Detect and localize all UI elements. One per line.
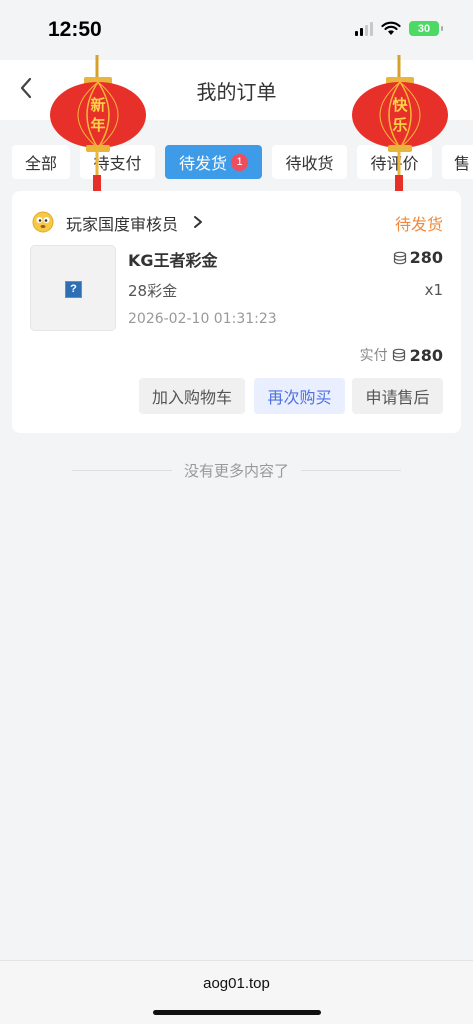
status-icons: 30 [355, 21, 443, 36]
product-name[interactable]: KG王者彩金 [128, 247, 218, 271]
order-card[interactable]: 玩家国度审核员 待发货 ? KG王者彩金 28彩金 2026-02-10 01:… [12, 191, 461, 433]
buy-again-button[interactable]: 再次购买 [254, 378, 345, 414]
tab-badge: 1 [231, 153, 248, 171]
lantern-decoration-left: 新 年 [48, 55, 148, 205]
divider [301, 469, 401, 471]
signal-icon [355, 21, 373, 36]
price-value: 280 [409, 248, 443, 267]
chevron-right-icon[interactable] [193, 215, 203, 229]
paid-value: 280 [409, 345, 443, 365]
list-end-indicator: 没有更多内容了 [0, 459, 473, 481]
paid-label: 实付 [359, 348, 388, 364]
lantern-decoration-right: 快 乐 [350, 55, 450, 205]
after-sale-button[interactable]: 申请售后 [352, 378, 443, 414]
product-spec: 28彩金 [128, 282, 178, 300]
home-indicator[interactable] [153, 1010, 321, 1015]
product-price: 280 [393, 248, 443, 267]
browser-bottom-bar: aog01.top [0, 960, 473, 1024]
broken-image-icon: ? [65, 281, 82, 298]
tab-pending-shipment[interactable]: 待发货 1 [165, 145, 262, 179]
tab-label: 待收货 [285, 154, 334, 173]
lantern-char: 年 [90, 116, 106, 134]
coin-icon [392, 348, 405, 362]
coin-icon [393, 251, 406, 264]
url-display[interactable]: aog01.top [0, 975, 473, 992]
status-time: 12:50 [48, 18, 102, 41]
tab-pending-receipt[interactable]: 待收货 [272, 145, 347, 179]
wifi-icon [381, 21, 401, 35]
list-end-text: 没有更多内容了 [183, 461, 289, 480]
lantern-char: 快 [392, 96, 408, 114]
order-time: 2026-02-10 01:31:23 [128, 311, 277, 327]
product-quantity: x1 [424, 281, 443, 299]
battery-level: 30 [417, 22, 431, 35]
lantern-char: 乐 [392, 116, 408, 134]
battery-icon: 30 [409, 21, 443, 36]
product-thumbnail[interactable]: ? [30, 245, 116, 331]
lantern-char: 新 [90, 96, 106, 114]
add-to-cart-button[interactable]: 加入购物车 [139, 378, 245, 414]
status-bar: 12:50 30 [0, 0, 473, 60]
tab-label: 售 [454, 154, 471, 173]
tab-label: 待发货 [178, 154, 227, 173]
order-status: 待发货 [394, 215, 443, 234]
shop-name[interactable]: 玩家国度审核员 [66, 211, 178, 235]
divider [71, 469, 172, 471]
paid-amount: 实付 280 [360, 345, 443, 365]
shop-avatar-icon [32, 211, 54, 233]
